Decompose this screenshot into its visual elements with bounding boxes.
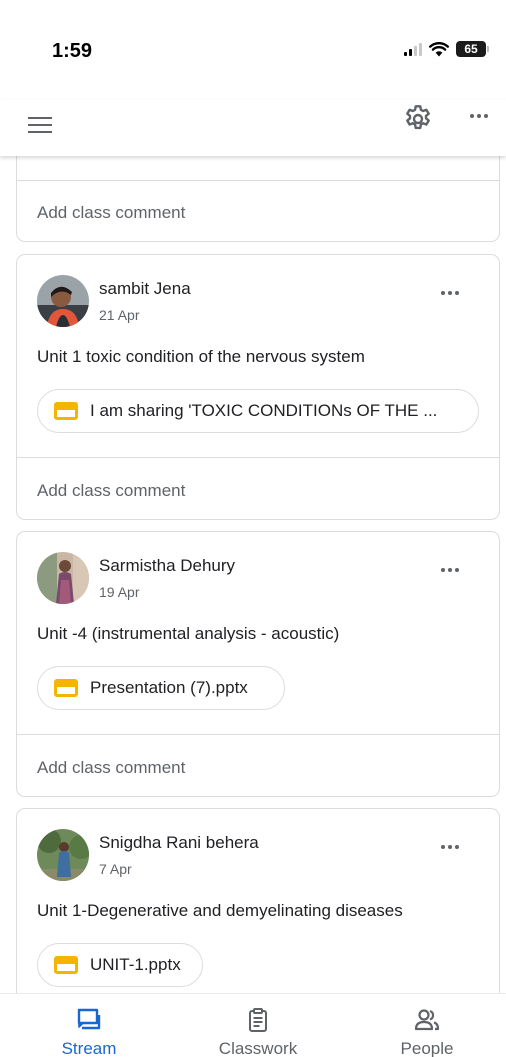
bottom-navigation: Stream Classwork People [0,993,506,1057]
post-author: Snigdha Rani behera [99,833,259,852]
post-more-options-icon[interactable] [437,283,463,303]
more-options-icon[interactable] [466,104,492,128]
slides-file-icon [54,679,78,697]
attachment-chip[interactable]: I am sharing 'TOXIC CONDITIONs OF THE ..… [37,389,479,433]
stream-post: sambit Jena 21 Apr Unit 1 toxic conditio… [16,254,500,520]
post-date: 19 Apr [99,584,140,600]
post-more-options-icon[interactable] [437,560,463,580]
add-class-comment[interactable]: Add class comment [37,758,185,778]
stream-post: Sarmistha Dehury 19 Apr Unit -4 (instrum… [16,531,500,797]
post-text: Unit 1 toxic condition of the nervous sy… [37,347,365,366]
attachment-name: Presentation (7).pptx [90,678,248,697]
status-icons: 65 [404,41,489,57]
add-class-comment[interactable]: Add class comment [37,203,185,223]
slides-file-icon [54,956,78,974]
post-author: Sarmistha Dehury [99,556,236,575]
post-date: 21 Apr [99,307,140,323]
hamburger-menu-icon[interactable] [28,110,58,140]
nav-label: Classwork [218,1039,298,1057]
cellular-signal-icon [404,42,422,56]
stream-post: Snigdha Rani behera 7 Apr Unit 1-Degener… [16,808,500,993]
stream-post-partial: Add class comment [16,156,500,242]
post-more-options-icon[interactable] [437,837,463,857]
post-date: 7 Apr [99,861,132,877]
post-text: Unit 1-Degenerative and demyelinating di… [37,901,403,920]
classwork-icon [249,1008,267,1032]
avatar[interactable] [37,275,89,327]
battery-icon: 65 [456,41,489,57]
attachment-name: I am sharing 'TOXIC CONDITIONs OF THE ..… [90,401,438,420]
attachment-chip[interactable]: Presentation (7).pptx [37,666,285,710]
nav-label: Stream [61,1039,117,1057]
status-time: 1:59 [52,40,93,62]
status-bar: 1:59 65 [0,0,506,100]
gear-icon[interactable] [402,103,434,135]
app-bar [0,100,506,156]
avatar[interactable] [37,552,89,604]
nav-classwork[interactable]: Classwork [193,994,323,1057]
stream-feed[interactable]: Add class comment sambit Jena 21 Apr Uni… [0,156,506,993]
attachment-chip[interactable]: UNIT-1.pptx [37,943,203,987]
post-author: sambit Jena [99,279,191,298]
nav-label: People [400,1039,454,1057]
post-text: Unit -4 (instrumental analysis - acousti… [37,624,340,643]
wifi-icon [429,41,449,56]
add-class-comment[interactable]: Add class comment [37,481,185,501]
avatar[interactable] [37,829,89,881]
attachment-name: UNIT-1.pptx [90,955,181,974]
nav-stream[interactable]: Stream [24,994,154,1057]
people-icon [414,1009,440,1031]
nav-people[interactable]: People [362,994,492,1057]
slides-file-icon [54,402,78,420]
stream-icon [77,1008,101,1030]
